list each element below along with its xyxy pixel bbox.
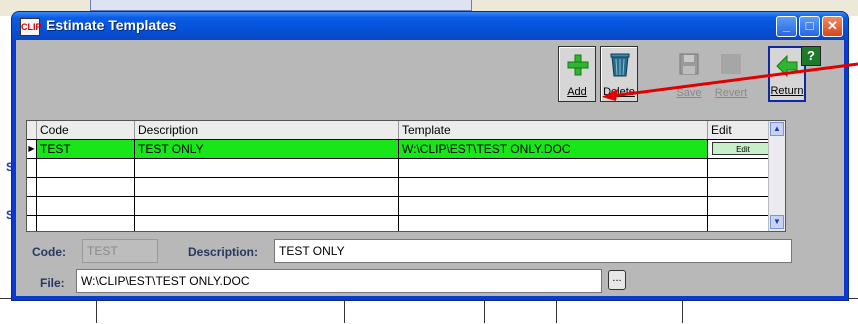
minimize-button[interactable]: _ xyxy=(776,16,797,37)
row-selector xyxy=(27,216,37,231)
scroll-up-icon[interactable]: ▲ xyxy=(770,122,784,136)
description-label: Description: xyxy=(188,245,259,259)
file-path-field[interactable]: W:\CLIP\EST\TEST ONLY.DOC xyxy=(76,269,602,293)
code-field: TEST xyxy=(82,239,158,263)
column-header-description[interactable]: Description xyxy=(135,121,399,139)
save-button-label: Save xyxy=(676,87,702,99)
templates-grid: Code Description Template Edit ▶ TEST TE… xyxy=(26,120,786,232)
cell-template[interactable]: W:\CLIP\EST\TEST ONLY.DOC xyxy=(399,140,708,158)
cell-template[interactable] xyxy=(399,216,708,231)
column-header-template[interactable]: Template xyxy=(399,121,708,139)
back-arrow-icon xyxy=(776,54,798,78)
app-icon: CLIP xyxy=(20,18,42,36)
background-app-strip xyxy=(90,0,472,11)
edit-button[interactable]: Edit xyxy=(712,142,770,155)
delete-button[interactable]: Delete xyxy=(600,46,638,102)
background-grid-line xyxy=(344,298,345,323)
cell-template[interactable] xyxy=(399,159,708,177)
grid-header-row: Code Description Template Edit xyxy=(27,121,770,140)
table-row[interactable]: ▶ TEST TEST ONLY W:\CLIP\EST\TEST ONLY.D… xyxy=(27,140,770,159)
cell-edit[interactable] xyxy=(708,178,770,196)
trash-can-icon xyxy=(610,53,630,77)
column-header-code[interactable]: Code xyxy=(37,121,135,139)
row-selector-header xyxy=(27,121,37,139)
maximize-button[interactable]: □ xyxy=(799,16,820,37)
window-client-area: Add Delete Save Revert Return ? Code Des… xyxy=(16,40,844,296)
row-selector xyxy=(27,197,37,215)
cell-code[interactable] xyxy=(37,159,135,177)
grid-vertical-scrollbar[interactable]: ▲ ▼ xyxy=(768,121,785,231)
estimate-templates-window: CLIP Estimate Templates _ □ ✕ Add Delete xyxy=(12,12,848,300)
save-button[interactable]: Save xyxy=(670,46,708,102)
cell-code[interactable] xyxy=(37,197,135,215)
window-title: Estimate Templates xyxy=(46,17,177,33)
plus-icon xyxy=(567,54,589,76)
background-grid-line xyxy=(484,298,485,323)
add-button-label: Add xyxy=(567,86,587,98)
delete-button-label: Delete xyxy=(603,86,635,98)
cell-edit[interactable] xyxy=(708,159,770,177)
cell-template[interactable] xyxy=(399,197,708,215)
scroll-down-icon[interactable]: ▼ xyxy=(770,215,784,229)
background-grid-line xyxy=(556,298,557,323)
add-button[interactable]: Add xyxy=(558,46,596,102)
cell-description[interactable] xyxy=(135,178,399,196)
background-grid-line xyxy=(682,298,683,323)
cell-description[interactable]: TEST ONLY xyxy=(135,140,399,158)
title-bar[interactable]: CLIP Estimate Templates _ □ ✕ xyxy=(12,12,848,40)
code-label: Code: xyxy=(32,245,66,259)
description-field[interactable]: TEST ONLY xyxy=(274,239,792,263)
cell-code[interactable] xyxy=(37,178,135,196)
cell-description[interactable] xyxy=(135,159,399,177)
browse-button[interactable]: ... xyxy=(608,270,626,290)
revert-button-label: Revert xyxy=(714,87,748,99)
current-row-indicator-icon: ▶ xyxy=(27,140,37,158)
background-grid xyxy=(0,298,858,324)
return-button-label: Return xyxy=(770,85,804,97)
cell-edit[interactable] xyxy=(708,216,770,231)
file-label: File: xyxy=(40,276,65,290)
revert-button[interactable]: Revert xyxy=(712,46,750,102)
column-header-edit[interactable]: Edit xyxy=(708,121,770,139)
cell-description[interactable] xyxy=(135,216,399,231)
table-row[interactable] xyxy=(27,197,770,216)
floppy-disk-icon xyxy=(679,53,699,75)
row-selector xyxy=(27,159,37,177)
table-row[interactable] xyxy=(27,159,770,178)
close-button[interactable]: ✕ xyxy=(822,16,843,37)
table-row[interactable] xyxy=(27,178,770,197)
cell-description[interactable] xyxy=(135,197,399,215)
row-selector xyxy=(27,178,37,196)
cell-code[interactable] xyxy=(37,216,135,231)
help-button[interactable]: ? xyxy=(801,46,821,66)
cell-edit: Edit xyxy=(708,140,770,158)
revert-icon xyxy=(721,54,741,74)
background-grid-line xyxy=(96,298,97,323)
table-row[interactable] xyxy=(27,216,770,231)
cell-edit[interactable] xyxy=(708,197,770,215)
cell-template[interactable] xyxy=(399,178,708,196)
cell-code[interactable]: TEST xyxy=(37,140,135,158)
